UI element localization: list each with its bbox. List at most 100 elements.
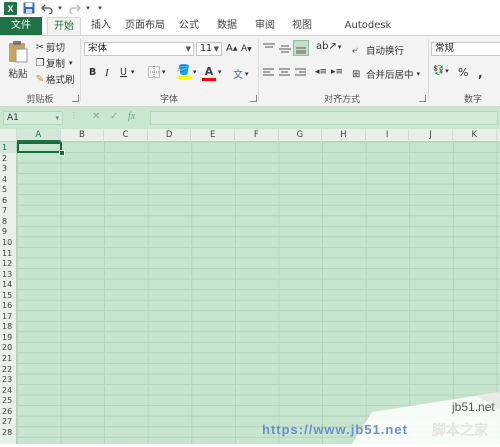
tab-home[interactable]: 开始 [47,17,81,36]
orientation-button[interactable]: ab↗ ▾ [316,41,341,52]
row-header-16[interactable]: 16 [0,300,16,311]
percent-button[interactable]: % [458,66,468,79]
row-header-18[interactable]: 18 [0,321,16,332]
fill-color-button[interactable]: 🪣 [177,65,191,79]
column-header-a[interactable]: A [17,129,61,142]
fill-dropdown-icon[interactable]: ▾ [193,68,197,76]
comma-style-button[interactable]: , [478,66,483,80]
font-size-select[interactable]: 11 ▼ [196,42,222,56]
row-header-4[interactable]: 4 [0,174,16,185]
column-header-d[interactable]: D [148,129,192,142]
grow-font-button[interactable]: A ▲ [226,43,237,54]
font-color-dropdown-icon[interactable]: ▾ [218,68,222,76]
row-header-5[interactable]: 5 [0,184,16,195]
row-header-8[interactable]: 8 [0,216,16,227]
row-header-9[interactable]: 9 [0,226,16,237]
font-name-select[interactable]: 宋体 ▼ [84,42,194,56]
column-header-j[interactable]: J [409,129,453,142]
column-header-k[interactable]: K [453,129,497,142]
tab-view[interactable]: 视图 [287,17,317,35]
row-header-11[interactable]: 11 [0,248,16,259]
redo-icon[interactable] [68,1,82,15]
customize-toolbar-icon[interactable]: ▾ [96,1,104,15]
number-format-select[interactable]: 常规 [431,42,500,56]
copy-button[interactable]: ❐ 复制 ▾ [34,56,73,71]
selected-cell-highlight[interactable] [17,142,62,153]
row-header-1[interactable]: 1 [0,142,16,153]
wrap-text-button[interactable]: ⤶ 自动换行 [352,43,404,58]
align-left-button[interactable] [262,67,275,78]
row-header-15[interactable]: 15 [0,290,16,301]
row-header-14[interactable]: 14 [0,279,16,290]
row-header-28[interactable]: 28 [0,427,16,438]
clipboard-launcher-icon[interactable] [72,95,79,102]
paste-button[interactable]: 粘贴 [5,40,31,84]
column-header-c[interactable]: C [104,129,148,142]
tab-autodesk-vault[interactable]: Autodesk Vault(K) [324,17,412,49]
tab-data[interactable]: 数据 [212,17,242,35]
row-header-26[interactable]: 26 [0,406,16,417]
row-header-2[interactable]: 2 [0,153,16,164]
tab-review[interactable]: 审阅 [250,17,280,35]
underline-dropdown-icon[interactable]: ▾ [131,68,135,76]
row-header-24[interactable]: 24 [0,385,16,396]
align-bottom-button[interactable] [293,40,309,56]
fill-handle[interactable] [59,150,65,156]
column-header-g[interactable]: G [279,129,323,142]
row-header-6[interactable]: 6 [0,195,16,206]
insert-function-button[interactable]: fx [128,111,135,122]
format-painter-button[interactable]: ✎ 格式刷 [34,72,75,87]
cut-button[interactable]: ✂ 剪切 [34,40,65,55]
name-box[interactable]: A1 ▾ [3,111,63,125]
row-header-19[interactable]: 19 [0,332,16,343]
align-top-button[interactable] [262,42,276,54]
align-right-button[interactable] [294,67,307,78]
row-header-20[interactable]: 20 [0,342,16,353]
align-center-button[interactable] [278,67,291,78]
undo-icon[interactable] [40,1,54,15]
row-header-13[interactable]: 13 [0,269,16,280]
align-middle-button[interactable] [278,42,292,54]
alignment-launcher-icon[interactable] [419,95,426,102]
phonetic-button[interactable]: 文 ▾ [233,66,249,82]
merge-dropdown-icon[interactable]: ▾ [417,70,421,78]
save-icon[interactable] [22,1,36,15]
tab-insert[interactable]: 插入 [86,17,116,35]
redo-dropdown-icon[interactable]: ▾ [84,1,92,15]
column-header-f[interactable]: F [235,129,279,142]
column-header-i[interactable]: I [366,129,410,142]
row-header-27[interactable]: 27 [0,416,16,427]
cancel-icon[interactable]: ✕ [92,111,100,122]
bold-button[interactable]: B [89,67,96,78]
drag-handle-icon[interactable]: ⋮ [70,111,78,120]
select-all-corner[interactable] [0,129,17,142]
tab-file[interactable]: 文件 [0,17,42,35]
row-header-22[interactable]: 22 [0,364,16,375]
row-header-12[interactable]: 12 [0,258,16,269]
font-color-button[interactable]: A [202,65,216,81]
merge-center-button[interactable]: ⊞ 合并后居中 ▾ [352,67,421,82]
decrease-indent-button[interactable]: ◂≡ [315,67,327,77]
formula-input[interactable] [150,111,498,125]
row-header-21[interactable]: 21 [0,353,16,364]
underline-button[interactable]: U [120,67,127,78]
row-header-10[interactable]: 10 [0,237,16,248]
column-header-e[interactable]: E [191,129,235,142]
copy-dropdown-icon[interactable]: ▾ [69,59,73,67]
column-header-b[interactable]: B [61,129,105,142]
column-header-h[interactable]: H [322,129,366,142]
enter-icon[interactable]: ✓ [110,111,118,122]
tab-page-layout[interactable]: 页面布局 [122,17,168,35]
row-header-7[interactable]: 7 [0,205,16,216]
row-header-25[interactable]: 25 [0,395,16,406]
row-header-3[interactable]: 3 [0,163,16,174]
shrink-font-button[interactable]: A ▼ [241,44,252,54]
italic-button[interactable]: I [105,67,109,79]
borders-button[interactable]: ▾ [148,66,166,78]
row-header-17[interactable]: 17 [0,311,16,322]
tab-formulas[interactable]: 公式 [174,17,204,35]
increase-indent-button[interactable]: ▸≡ [331,67,343,77]
undo-dropdown-icon[interactable]: ▾ [56,1,64,15]
font-launcher-icon[interactable] [250,95,257,102]
accounting-format-button[interactable]: 💱 ▾ [433,66,449,76]
